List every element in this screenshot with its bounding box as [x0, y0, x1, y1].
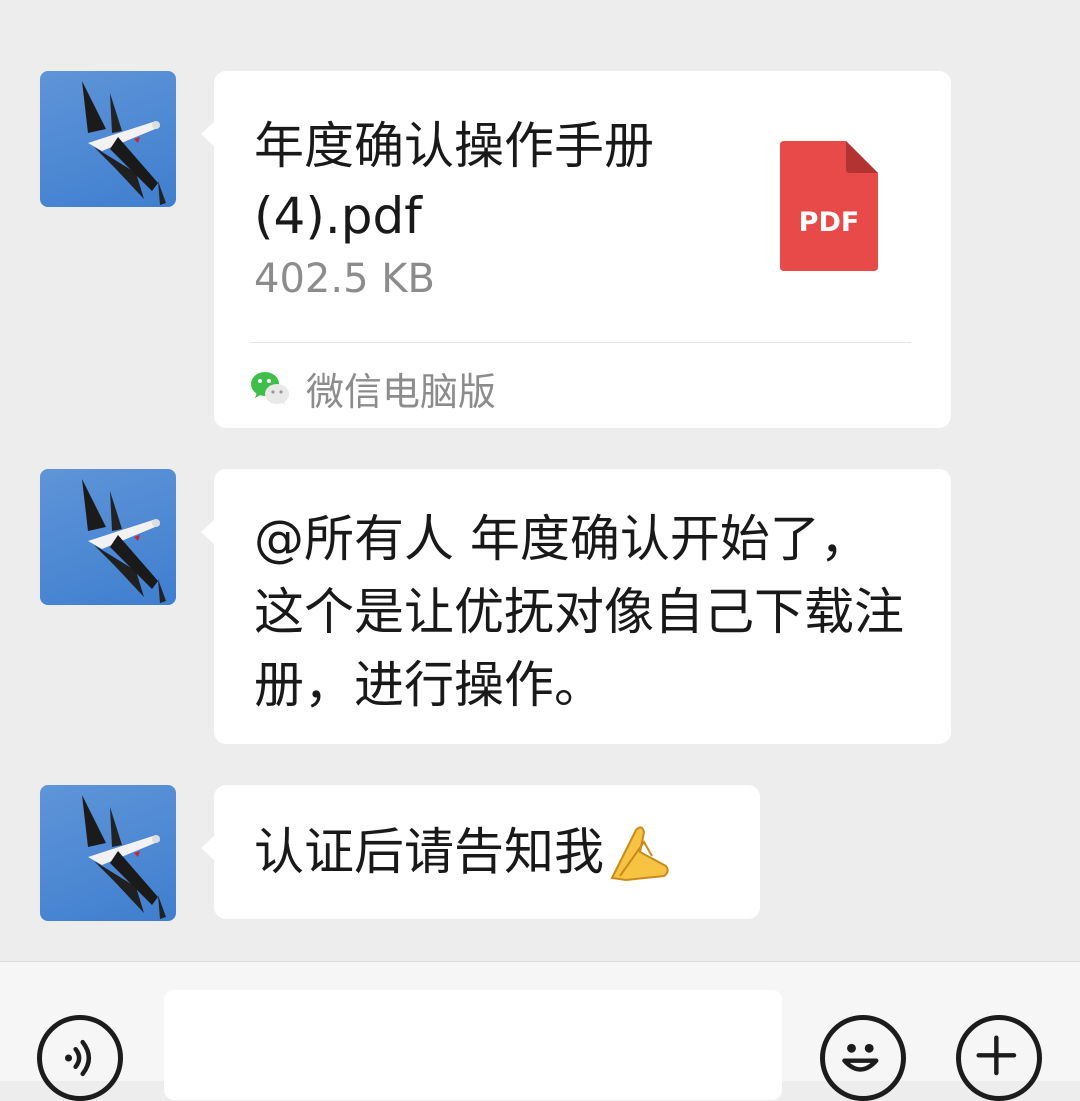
plus-icon	[976, 1035, 1017, 1076]
text-message-bubble[interactable]: @所有人 年度确认开始了，这个是让优抚对像自己下载注册，进行操作。	[201, 469, 951, 744]
bird-avatar-image	[82, 81, 166, 205]
voice-button[interactable]	[37, 1015, 123, 1101]
file-source-label: 微信电脑版	[306, 369, 497, 414]
voice-icon	[64, 1039, 92, 1077]
message-text: @所有人 年度确认开始了，这个是让优抚对像自己下载注册，进行操作。	[254, 510, 904, 714]
text-message-bubble[interactable]: 认证后请告知我	[201, 785, 760, 919]
wechat-icon	[251, 372, 289, 405]
divider	[250, 342, 911, 343]
chat-input-bar	[0, 961, 1080, 1101]
file-size: 402.5 KB	[254, 256, 435, 302]
sender-avatar[interactable]	[40, 785, 176, 921]
pdf-icon-label: PDF	[799, 207, 860, 238]
bird-avatar-image	[82, 479, 166, 603]
smiley-icon	[842, 1043, 879, 1072]
message-text: 认证后请告知我	[254, 822, 604, 881]
sender-avatar[interactable]	[40, 71, 176, 207]
emoji-button[interactable]	[820, 1015, 906, 1101]
folded-hands-emoji-icon	[610, 826, 669, 882]
file-message-bubble[interactable]: 年度确认操作手册(4).pdf 402.5 KB PDF 微信电脑版	[201, 71, 951, 428]
sender-avatar[interactable]	[40, 469, 176, 605]
more-button[interactable]	[956, 1015, 1042, 1101]
file-name: 年度确认操作手册(4).pdf	[254, 117, 654, 245]
message-input[interactable]	[164, 990, 782, 1100]
pdf-file-icon: PDF	[780, 141, 878, 271]
file-source: 微信电脑版	[250, 363, 497, 414]
bird-avatar-image	[82, 795, 166, 919]
